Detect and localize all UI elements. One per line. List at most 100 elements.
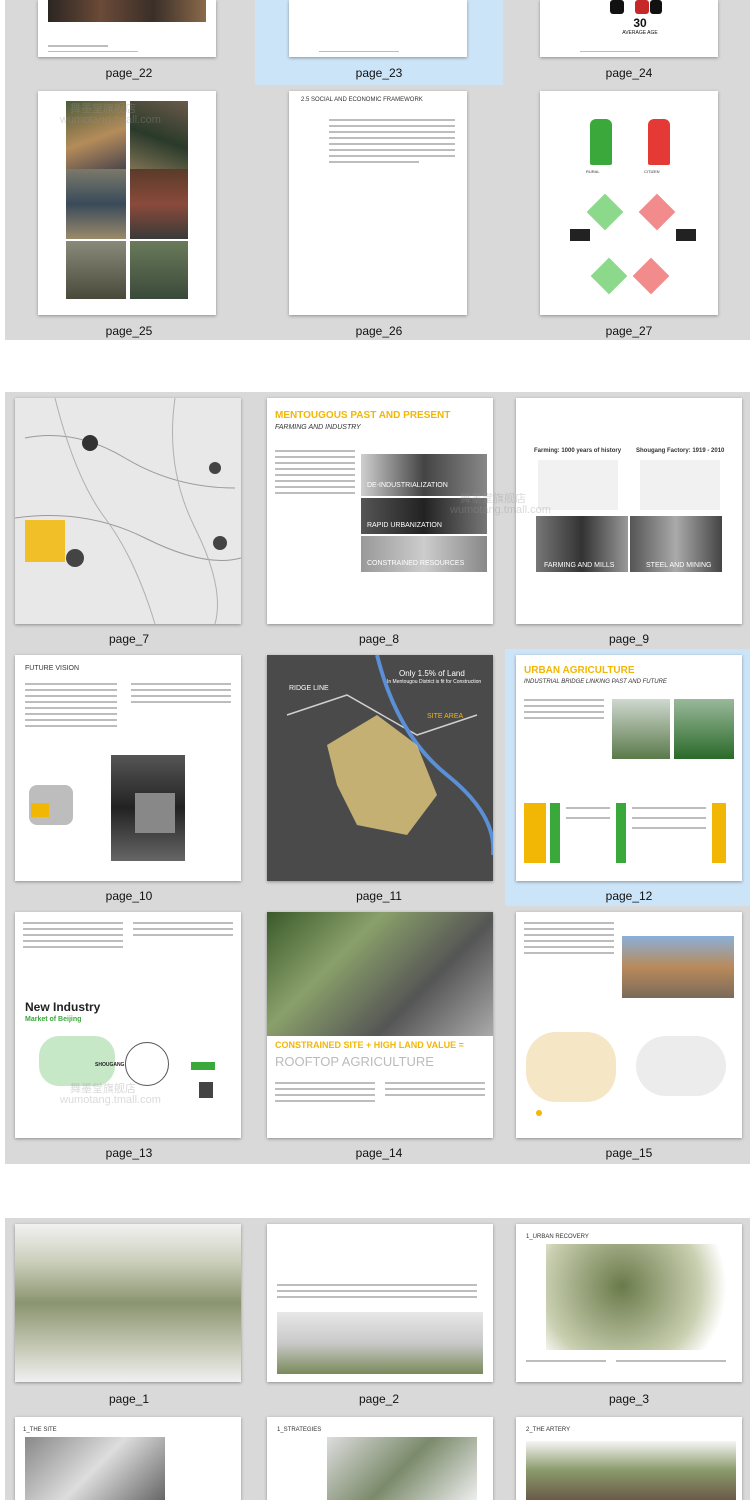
- thumbnail-cell-page-14[interactable]: CONSTRAINED SITE + HIGH LAND VALUE = ROO…: [255, 906, 503, 1164]
- green-tag: [616, 803, 626, 863]
- photo-caption: DE-INDUSTRIALIZATION: [367, 482, 448, 489]
- site-model-photo: [25, 1437, 165, 1500]
- page-thumbnail[interactable]: New Industry Market of Beijing SHOUGANG: [15, 912, 241, 1138]
- page-thumbnail[interactable]: CONSTRAINED SITE + HIGH LAND VALUE = ROO…: [267, 912, 493, 1138]
- street-photo: [130, 101, 188, 176]
- photo-caption: STEEL AND MINING: [646, 562, 712, 569]
- page-thumbnail[interactable]: FUTURE VISION: [15, 655, 241, 881]
- red-diamond: [638, 193, 676, 231]
- land-stat-sub: In Mentougou District is fit for Constru…: [387, 679, 482, 685]
- page-thumbnail[interactable]: MENTOUGOUS PAST AND PRESENT FARMING AND …: [267, 398, 493, 624]
- page-thumbnail[interactable]: 2_THE ARTERY: [516, 1417, 742, 1500]
- farming-title: Farming: 1000 years of history: [534, 448, 622, 454]
- thumbnail-cell-page-24[interactable]: 30 AVERAGE AGE page_24: [505, 0, 750, 85]
- page-thumbnail[interactable]: [15, 1224, 241, 1382]
- aerial-photo: [267, 912, 493, 1036]
- thumbnail-cell-page-13[interactable]: New Industry Market of Beijing SHOUGANG …: [5, 906, 253, 1164]
- street-photo: [66, 169, 126, 239]
- page-title: URBAN AGRICULTURE: [524, 665, 635, 676]
- green-diamond: [586, 193, 624, 231]
- thumbnail-cell-page-2[interactable]: page_2: [255, 1218, 503, 1411]
- citizen-label: CITIZEN: [644, 169, 660, 174]
- page-subtitle: ROOFTOP AGRICULTURE: [275, 1054, 434, 1069]
- page-thumbnail[interactable]: RURAL CITIZEN: [540, 91, 718, 315]
- green-arrow: [191, 1062, 215, 1070]
- page-label: page_1: [108, 1392, 150, 1406]
- section-heading: 1_URBAN RECOVERY: [526, 1234, 589, 1240]
- thumbnail-cell-page-22[interactable]: page_22: [5, 0, 253, 85]
- thumbnail-group-3: page_1 page_2 1_URBAN RECOVERY page_3 1_…: [5, 1218, 750, 1500]
- page-label: page_15: [605, 1146, 653, 1160]
- tree-illustration: [546, 1244, 736, 1350]
- page-thumbnail[interactable]: URBAN AGRICULTURE INDUSTRIAL BRIDGE LINK…: [516, 655, 742, 881]
- ring-road-map: [125, 1042, 169, 1086]
- page-label: page_3: [608, 1392, 650, 1406]
- thumbnail-cell-page-8[interactable]: MENTOUGOUS PAST AND PRESENT FARMING AND …: [255, 392, 503, 649]
- average-age-value: 30: [633, 16, 647, 30]
- page-thumbnail[interactable]: [289, 0, 467, 57]
- map-sketch: [640, 460, 720, 510]
- page-thumbnail[interactable]: 1_THE SITE: [15, 1417, 241, 1500]
- thumbnail-cell-page-25[interactable]: page_25: [5, 85, 253, 340]
- page-title: CONSTRAINED SITE + HIGH LAND VALUE =: [275, 1040, 464, 1050]
- page-label: page_13: [105, 1146, 153, 1160]
- photo-caption: CONSTRAINED RESOURCES: [367, 560, 465, 567]
- page-thumbnail[interactable]: [516, 912, 742, 1138]
- rural-figure-icon: [590, 119, 612, 165]
- thumbnail-cell-partial-left[interactable]: 1_THE SITE: [5, 1411, 253, 1500]
- watercolor-landscape: [15, 1224, 241, 1382]
- page-label: page_7: [108, 632, 150, 646]
- people-icons: [676, 229, 696, 241]
- page-thumbnail[interactable]: [267, 1224, 493, 1382]
- section-heading: 1_THE SITE: [23, 1427, 57, 1433]
- street-photo: [130, 241, 188, 299]
- section-heading: 2.5 SOCIAL AND ECONOMIC FRAMEWORK: [301, 97, 423, 103]
- photo-caption: FARMING AND MILLS: [544, 562, 615, 569]
- person-icon: [610, 0, 624, 14]
- photo-caption: RAPID URBANIZATION: [367, 522, 442, 529]
- page-thumbnail[interactable]: 1_STRATEGIES: [267, 1417, 493, 1500]
- thumbnail-cell-partial-right[interactable]: 2_THE ARTERY: [505, 1411, 750, 1500]
- thumbnail-cell-page-9[interactable]: Farming: 1000 years of history Shougang …: [505, 392, 750, 649]
- greenhouse-photo: [674, 699, 734, 759]
- street-photo: [130, 169, 188, 239]
- green-tag: [550, 803, 560, 863]
- thumbnail-cell-page-15[interactable]: page_15: [505, 906, 750, 1164]
- thumbnail-cell-page-11[interactable]: RIDGE LINE Only 1.5% of Land In Mentougo…: [255, 649, 503, 906]
- thumbnail-cell-page-26[interactable]: 2.5 SOCIAL AND ECONOMIC FRAMEWORK page_2…: [255, 85, 503, 340]
- site-area-label: SITE AREA: [427, 713, 464, 720]
- page-thumbnail[interactable]: RIDGE LINE Only 1.5% of Land In Mentougo…: [267, 655, 493, 881]
- person-icon: [650, 0, 662, 14]
- thumbnail-group-1: page_22 page_23 30 AVERAGE AGE page_24 p…: [5, 0, 750, 340]
- thumbnail-cell-page-12[interactable]: URBAN AGRICULTURE INDUSTRIAL BRIDGE LINK…: [505, 649, 750, 906]
- page-thumbnail[interactable]: 30 AVERAGE AGE: [540, 0, 718, 57]
- cityscape-photo: [277, 1312, 483, 1374]
- thumbnail-cell-page-27[interactable]: RURAL CITIZEN page_27: [505, 85, 750, 340]
- thumbnail-cell-partial-middle[interactable]: 1_STRATEGIES: [255, 1411, 503, 1500]
- street-photo: [66, 101, 126, 176]
- thumbnail-cell-page-23[interactable]: page_23: [255, 0, 503, 85]
- district-highlight: [31, 803, 49, 817]
- thumbnail-cell-page-1[interactable]: page_1: [5, 1218, 253, 1411]
- thumbnail-cell-page-3[interactable]: 1_URBAN RECOVERY page_3: [505, 1218, 750, 1411]
- page-thumbnail[interactable]: Farming: 1000 years of history Shougang …: [516, 398, 742, 624]
- page-thumbnail[interactable]: [15, 398, 241, 624]
- page-thumbnail[interactable]: 2.5 SOCIAL AND ECONOMIC FRAMEWORK: [289, 91, 467, 315]
- building-photo: [622, 936, 734, 998]
- page-label: page_27: [605, 324, 653, 338]
- page-label: page_25: [105, 324, 153, 338]
- yellow-tag: [712, 803, 726, 863]
- thumbnail-cell-page-10[interactable]: FUTURE VISION page_10: [5, 649, 253, 906]
- page-thumbnail[interactable]: [38, 91, 216, 315]
- citizen-figure-icon: [648, 119, 670, 165]
- new-industry-subtitle: Market of Beijing: [25, 1016, 82, 1023]
- page-label: page_26: [355, 324, 403, 338]
- page-thumbnail[interactable]: [38, 0, 216, 57]
- page-thumbnail[interactable]: 1_URBAN RECOVERY: [516, 1224, 742, 1382]
- page-title: MENTOUGOUS PAST AND PRESENT: [275, 410, 451, 421]
- thumbnail-cell-page-7[interactable]: page_7: [5, 392, 253, 649]
- page-subtitle: INDUSTRIAL BRIDGE LINKING PAST AND FUTUR…: [524, 679, 667, 685]
- new-industry-title: New Industry: [25, 1000, 101, 1014]
- page-label: page_2: [358, 1392, 400, 1406]
- ridge-label: RIDGE LINE: [289, 685, 329, 692]
